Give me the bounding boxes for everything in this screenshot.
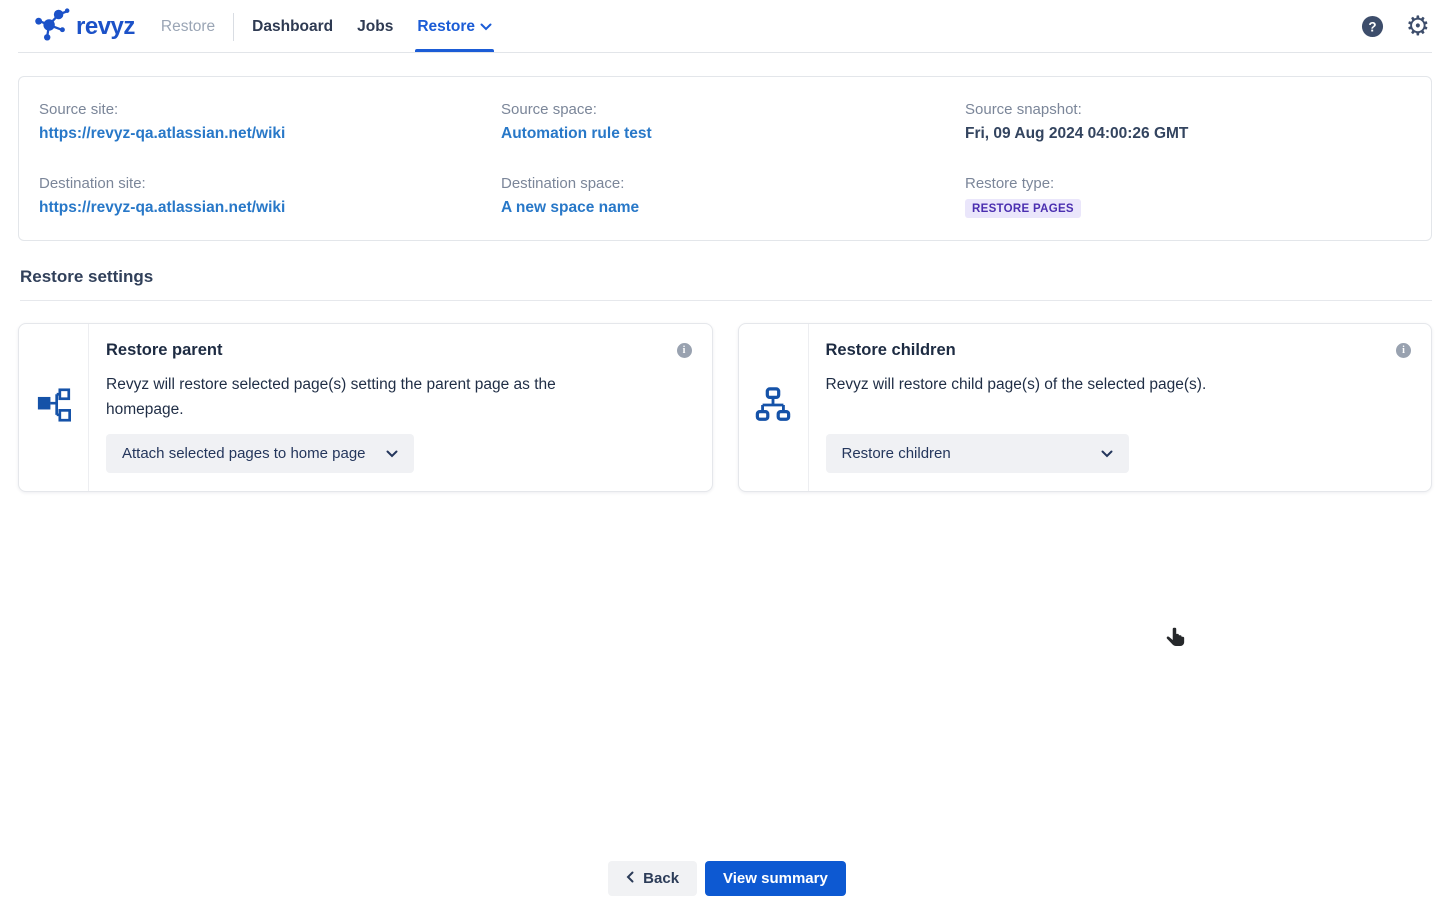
source-snapshot-value: Fri, 09 Aug 2024 04:00:26 GMT [965,125,1411,143]
destination-site-label: Destination site: [39,175,501,192]
revyz-molecule-icon [32,4,70,49]
mouse-cursor-hand-icon [1162,624,1190,657]
destination-site-value[interactable]: https://revyz-qa.atlassian.net/wiki [39,199,501,217]
parent-tree-icon [37,386,71,429]
help-icon[interactable]: ? [1361,15,1384,38]
restore-parent-card-body: Restore parent i Revyz will restore sele… [89,324,712,491]
breadcrumb: Restore [161,18,215,36]
gear-icon[interactable]: ⚙ [1406,13,1430,40]
top-navigation: revyz Restore Dashboard Jobs Restore ? ⚙ [0,0,1454,53]
view-summary-button[interactable]: View summary [705,861,846,896]
restore-children-dropdown-value: Restore children [842,445,951,462]
chevron-down-icon [386,445,398,462]
app-title: revyz [76,13,135,41]
restore-parent-icon-col [19,324,89,491]
source-snapshot-field: Source snapshot: Fri, 09 Aug 2024 04:00:… [965,101,1411,143]
page-title: Restore settings [20,241,1432,301]
source-site-value[interactable]: https://revyz-qa.atlassian.net/wiki [39,125,501,143]
destination-space-label: Destination space: [501,175,965,192]
restore-children-icon-col [739,324,809,491]
chevron-left-icon [626,870,634,887]
tab-restore[interactable]: Restore [417,0,492,53]
restore-children-info-icon[interactable]: i [1396,343,1411,358]
restore-type-label: Restore type: [965,175,1411,192]
restore-parent-info-icon[interactable]: i [677,343,692,358]
source-site-label: Source site: [39,101,501,118]
children-tree-icon [755,386,791,429]
tab-restore-label: Restore [417,18,475,36]
restore-children-title: Restore children [826,341,956,360]
restore-parent-dropdown[interactable]: Attach selected pages to home page [106,434,414,473]
restore-children-card-body: Restore children i Revyz will restore ch… [809,324,1432,491]
nav-divider [233,13,234,41]
source-space-value[interactable]: Automation rule test [501,125,965,143]
restore-settings-cards: Restore parent i Revyz will restore sele… [18,323,1432,492]
restore-parent-description: Revyz will restore selected page(s) sett… [106,372,636,422]
restore-children-description: Revyz will restore child page(s) of the … [826,372,1356,397]
back-button-label: Back [643,870,679,887]
restore-parent-card: Restore parent i Revyz will restore sele… [18,323,713,492]
source-snapshot-label: Source snapshot: [965,101,1411,118]
source-space-label: Source space: [501,101,965,118]
destination-space-field: Destination space: A new space name [501,175,965,218]
tab-jobs[interactable]: Jobs [357,0,393,53]
back-button[interactable]: Back [608,861,697,896]
revyz-logo[interactable]: revyz [32,4,135,49]
chevron-down-icon [1101,445,1113,462]
restore-type-field: Restore type: RESTORE PAGES [965,175,1411,218]
restore-children-dropdown[interactable]: Restore children [826,434,1129,473]
restore-parent-dropdown-value: Attach selected pages to home page [122,445,366,462]
restore-children-card: Restore children i Revyz will restore ch… [738,323,1433,492]
footer-actions: Back View summary [0,861,1454,896]
tab-dashboard[interactable]: Dashboard [252,0,333,53]
destination-space-value[interactable]: A new space name [501,199,965,217]
source-space-field: Source space: Automation rule test [501,101,965,143]
view-summary-label: View summary [723,870,828,887]
chevron-down-icon [480,18,492,36]
restore-parent-title: Restore parent [106,341,222,360]
restore-type-badge: RESTORE PAGES [965,199,1081,218]
source-site-field: Source site: https://revyz-qa.atlassian.… [39,101,501,143]
svg-text:?: ? [1368,19,1376,34]
destination-site-field: Destination site: https://revyz-qa.atlas… [39,175,501,218]
restore-summary-panel: Source site: https://revyz-qa.atlassian.… [18,76,1432,241]
